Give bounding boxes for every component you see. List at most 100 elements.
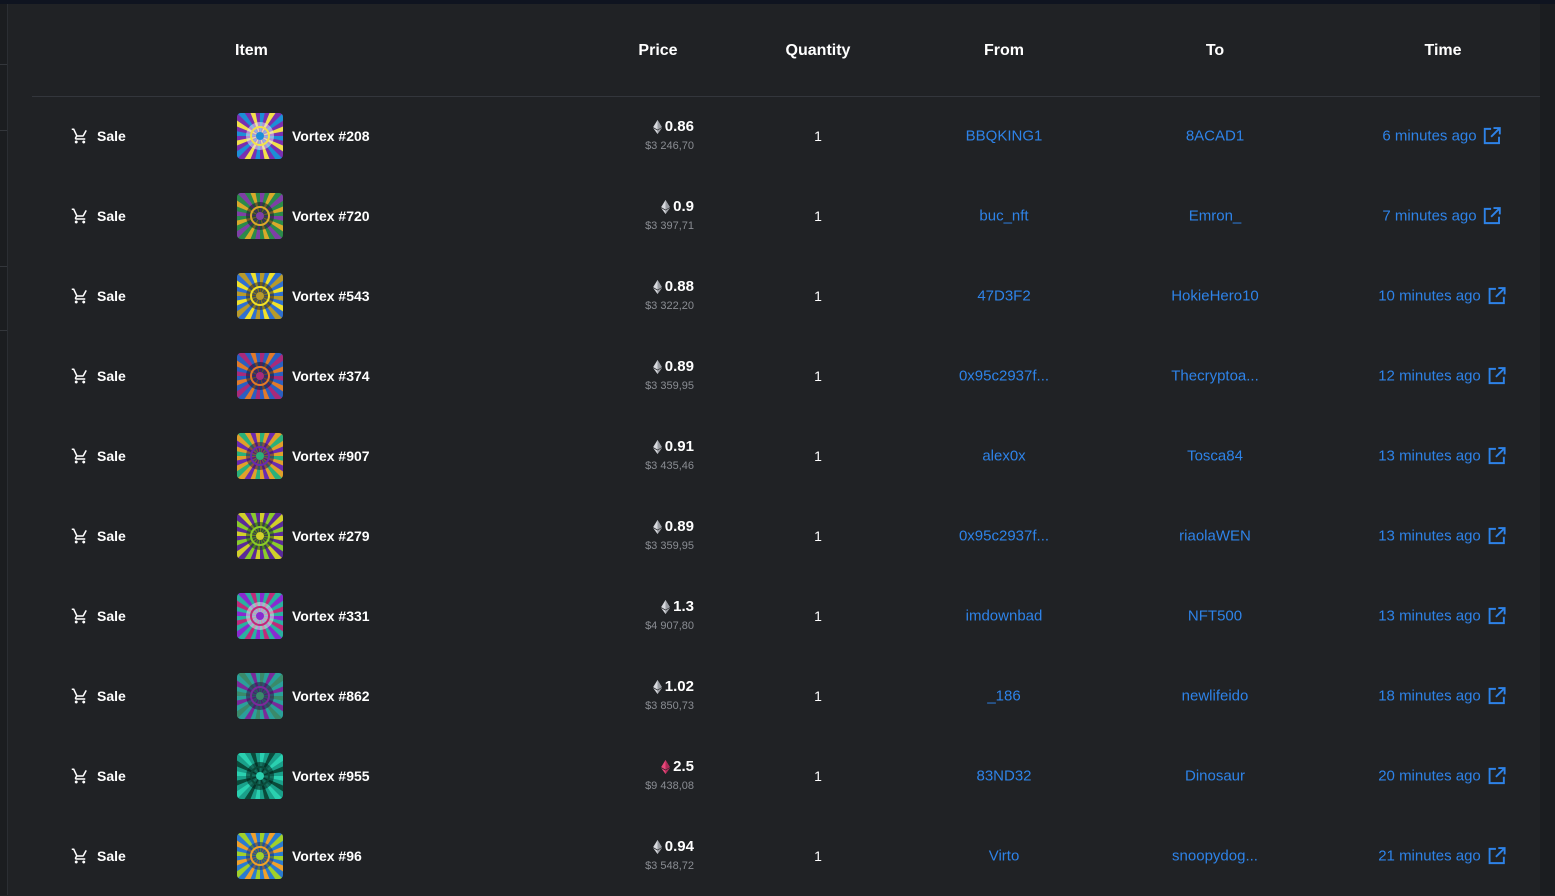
nft-thumbnail[interactable] — [237, 753, 283, 799]
time-link[interactable]: 6 minutes ago — [1382, 127, 1501, 146]
to-address-link[interactable]: snoopydog... — [1172, 848, 1258, 865]
item-cell[interactable]: Vortex #279 — [237, 513, 370, 559]
from-address-link[interactable]: Virto — [989, 848, 1020, 865]
nft-thumbnail[interactable] — [237, 513, 283, 559]
item-cell[interactable]: Vortex #907 — [237, 433, 370, 479]
nft-thumbnail[interactable] — [237, 273, 283, 319]
price-usd: $3 322,20 — [645, 300, 694, 312]
shopping-cart-icon — [71, 848, 87, 864]
item-name[interactable]: Vortex #96 — [292, 848, 362, 864]
from-address-link[interactable]: buc_nft — [979, 208, 1028, 225]
to-address-link[interactable]: newlifeido — [1182, 688, 1249, 705]
external-link-icon[interactable] — [1487, 847, 1506, 866]
item-cell[interactable]: Vortex #955 — [237, 753, 370, 799]
nft-thumbnail[interactable] — [237, 593, 283, 639]
time-link[interactable]: 7 minutes ago — [1382, 207, 1501, 226]
item-cell[interactable]: Vortex #374 — [237, 353, 370, 399]
quantity-value: 1 — [814, 608, 822, 624]
time-text[interactable]: 13 minutes ago — [1378, 528, 1481, 545]
item-name[interactable]: Vortex #543 — [292, 288, 370, 304]
item-name[interactable]: Vortex #331 — [292, 608, 370, 624]
nft-thumbnail[interactable] — [237, 433, 283, 479]
external-link-icon[interactable] — [1487, 447, 1506, 466]
external-link-icon[interactable] — [1487, 767, 1506, 786]
time-link[interactable]: 13 minutes ago — [1378, 527, 1506, 546]
eth-icon — [652, 519, 662, 534]
item-name[interactable]: Vortex #374 — [292, 368, 370, 384]
item-name[interactable]: Vortex #720 — [292, 208, 370, 224]
to-address-link[interactable]: HokieHero10 — [1171, 288, 1259, 305]
to-address-link[interactable]: Emron_ — [1189, 208, 1242, 225]
price-usd: $3 397,71 — [645, 220, 694, 232]
item-cell[interactable]: Vortex #96 — [237, 833, 362, 879]
from-address-link[interactable]: _186 — [987, 688, 1020, 705]
time-text[interactable]: 13 minutes ago — [1378, 448, 1481, 465]
item-name[interactable]: Vortex #862 — [292, 688, 370, 704]
time-text[interactable]: 6 minutes ago — [1382, 128, 1476, 145]
nft-thumbnail[interactable] — [237, 833, 283, 879]
time-link[interactable]: 13 minutes ago — [1378, 607, 1506, 626]
item-name[interactable]: Vortex #279 — [292, 528, 370, 544]
nft-thumbnail[interactable] — [237, 193, 283, 239]
eth-icon — [652, 279, 662, 294]
to-address-link[interactable]: 8ACAD1 — [1186, 128, 1244, 145]
to-address-link[interactable]: NFT500 — [1188, 608, 1242, 625]
external-link-icon[interactable] — [1487, 527, 1506, 546]
time-text[interactable]: 10 minutes ago — [1378, 288, 1481, 305]
time-link[interactable]: 12 minutes ago — [1378, 367, 1506, 386]
external-link-icon[interactable] — [1483, 207, 1502, 226]
item-name[interactable]: Vortex #907 — [292, 448, 370, 464]
shopping-cart-icon — [71, 128, 87, 144]
external-link-icon[interactable] — [1483, 127, 1502, 146]
time-text[interactable]: 12 minutes ago — [1378, 368, 1481, 385]
time-link[interactable]: 10 minutes ago — [1378, 287, 1506, 306]
time-text[interactable]: 20 minutes ago — [1378, 768, 1481, 785]
external-link-icon[interactable] — [1487, 607, 1506, 626]
to-address-link[interactable]: Thecryptoa... — [1171, 368, 1259, 385]
header-time: Time — [1424, 42, 1462, 59]
external-link-icon[interactable] — [1487, 687, 1506, 706]
item-cell[interactable]: Vortex #543 — [237, 273, 370, 319]
time-link[interactable]: 18 minutes ago — [1378, 687, 1506, 706]
time-text[interactable]: 21 minutes ago — [1378, 848, 1481, 865]
event-type: Sale — [71, 607, 126, 625]
time-text[interactable]: 18 minutes ago — [1378, 688, 1481, 705]
from-address-link[interactable]: 83ND32 — [976, 768, 1031, 785]
item-cell[interactable]: Vortex #862 — [237, 673, 370, 719]
header-item: Item — [235, 42, 268, 59]
to-address-link[interactable]: riaolaWEN — [1179, 528, 1251, 545]
event-type: Sale — [71, 687, 126, 705]
from-address-link[interactable]: 47D3F2 — [977, 288, 1030, 305]
time-link[interactable]: 20 minutes ago — [1378, 767, 1506, 786]
from-address-link[interactable]: 0x95c2937f... — [959, 368, 1049, 385]
item-name[interactable]: Vortex #955 — [292, 768, 370, 784]
external-link-icon[interactable] — [1487, 367, 1506, 386]
to-address-link[interactable]: Tosca84 — [1187, 448, 1243, 465]
item-cell[interactable]: Vortex #208 — [237, 113, 370, 159]
event-label: Sale — [97, 528, 126, 544]
table-row: Sale Vortex #279 0.89 $3 359,95 1 0x95c2937f.… — [8, 496, 1540, 576]
from-address-link[interactable]: 0x95c2937f... — [959, 528, 1049, 545]
nft-thumbnail[interactable] — [237, 673, 283, 719]
event-label: Sale — [97, 208, 126, 224]
nft-thumbnail[interactable] — [237, 353, 283, 399]
price-value: 1.02 — [664, 678, 694, 695]
item-cell[interactable]: Vortex #331 — [237, 593, 370, 639]
time-text[interactable]: 7 minutes ago — [1382, 208, 1476, 225]
nft-thumbnail[interactable] — [237, 113, 283, 159]
time-link[interactable]: 13 minutes ago — [1378, 447, 1506, 466]
event-type: Sale — [71, 287, 126, 305]
right-scrollbar-track[interactable] — [1540, 4, 1555, 895]
price-value: 0.86 — [664, 118, 694, 135]
to-address-link[interactable]: Dinosaur — [1185, 768, 1245, 785]
from-address-link[interactable]: imdownbad — [966, 608, 1043, 625]
from-address-link[interactable]: BBQKING1 — [966, 128, 1043, 145]
external-link-icon[interactable] — [1487, 287, 1506, 306]
item-cell[interactable]: Vortex #720 — [237, 193, 370, 239]
time-link[interactable]: 21 minutes ago — [1378, 847, 1506, 866]
time-text[interactable]: 13 minutes ago — [1378, 608, 1481, 625]
item-name[interactable]: Vortex #208 — [292, 128, 370, 144]
event-type: Sale — [71, 847, 126, 865]
from-address-link[interactable]: alex0x — [982, 448, 1025, 465]
left-sidebar-edge — [0, 4, 8, 895]
